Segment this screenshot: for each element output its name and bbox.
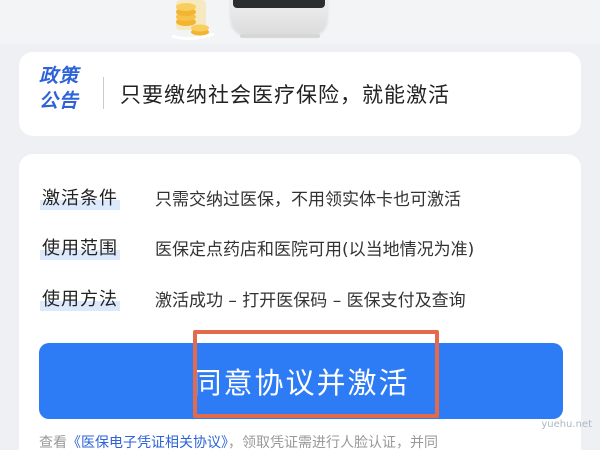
agreement-suffix: ，领取凭证需进行人脸认证，并同 xyxy=(228,435,438,450)
policy-tag-line1: 政策 xyxy=(39,65,80,87)
info-label: 使用范围 xyxy=(40,234,120,260)
agreement-notice: 查看《医保电子凭证相关协议》，领取凭证需进行人脸认证，并同 xyxy=(39,432,438,450)
policy-text: 只要缴纳社会医疗保险，就能激活 xyxy=(120,83,450,107)
card-reader-device-icon xyxy=(231,0,327,34)
hero-illustration xyxy=(0,0,600,44)
info-label: 激活条件 xyxy=(40,184,120,210)
info-value: 激活成功 – 打开医保码 – 医保支付及查询 xyxy=(155,291,466,311)
info-value: 医保定点药店和医院可用(以当地情况为准) xyxy=(155,240,475,260)
agreement-link[interactable]: 《医保电子凭证相关协议》 xyxy=(67,435,228,450)
policy-divider xyxy=(103,77,104,109)
policy-tag: 政策 公告 xyxy=(39,64,89,114)
coin-jar-icon xyxy=(171,0,215,40)
device-shadow xyxy=(240,34,320,38)
agreement-prefix: 查看 xyxy=(39,435,67,450)
activation-page: 政策 公告 只要缴纳社会医疗保险，就能激活 激活条件 只需交纳过医保，不用领实体… xyxy=(0,0,600,450)
watermark: yuehu.net xyxy=(541,419,592,430)
info-label: 使用方法 xyxy=(40,285,120,311)
policy-card: 政策 公告 只要缴纳社会医疗保险，就能激活 xyxy=(19,52,581,136)
info-value: 只需交纳过医保，不用领实体卡也可激活 xyxy=(155,190,461,210)
agree-and-activate-button[interactable]: 同意协议并激活 xyxy=(39,343,563,419)
policy-tag-line2: 公告 xyxy=(39,90,80,112)
